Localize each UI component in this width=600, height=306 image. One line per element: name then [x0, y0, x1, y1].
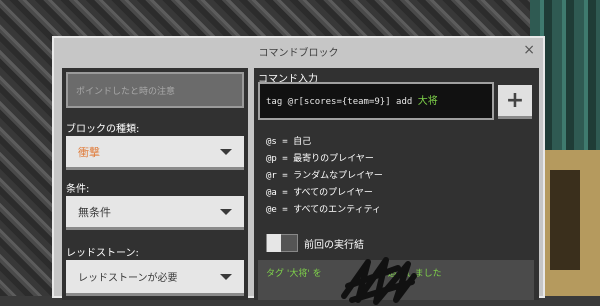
redstone-dropdown[interactable]: レッドストーンが必要: [66, 260, 244, 296]
previous-output-toggle[interactable]: [266, 234, 298, 252]
command-input[interactable]: tag @r[scores={team=9}] add 大将: [258, 82, 494, 120]
condition-value: 無条件: [78, 205, 111, 219]
help-line: @s = 自己: [266, 137, 312, 147]
redaction-scribble: [341, 257, 417, 305]
block-type-label: ブロックの種類:: [66, 124, 140, 135]
redstone-label: レッドストーン:: [66, 248, 139, 259]
command-text: tag @r[scores={team=9}] add: [266, 97, 418, 107]
block-type-dropdown[interactable]: 衝撃: [66, 136, 244, 170]
chevron-down-icon: [220, 208, 232, 215]
help-line: @a = すべてのプレイヤー: [266, 188, 373, 198]
window-title: コマンドブロック: [258, 47, 339, 59]
command-block-window: コマンドブロック × ポインドしたと時の注意 ブロックの種類: 衝撃 条件: 無…: [52, 36, 545, 305]
chevron-down-icon: [220, 148, 232, 155]
toggle-knob: [267, 234, 281, 252]
add-button[interactable]: +: [498, 85, 532, 119]
help-line: @r = ランダムなプレイヤー: [266, 171, 383, 181]
right-panel: コマンド入力 tag @r[scores={team=9}] add 大将 + …: [254, 68, 539, 305]
window-titlebar: コマンドブロック ×: [54, 38, 543, 64]
hover-note-placeholder: ポインドしたと時の注意: [76, 87, 176, 97]
condition-label: 条件:: [66, 184, 90, 195]
output-prefix: タグ '大将' を: [266, 269, 322, 279]
help-line: @p = 最寄りのプレイヤー: [266, 154, 374, 164]
command-highlight: 大将: [417, 96, 438, 107]
help-line: @e = すべてのエンティティ: [266, 205, 382, 215]
chevron-down-icon: [220, 273, 232, 280]
redstone-value: レッドストーンが必要: [78, 273, 178, 284]
condition-dropdown[interactable]: 無条件: [66, 196, 244, 230]
close-icon[interactable]: ×: [523, 42, 535, 58]
hover-note-field[interactable]: ポインドしたと時の注意: [66, 72, 244, 108]
block-type-value: 衝撃: [78, 145, 100, 159]
previous-output-label: 前回の実行結: [304, 240, 364, 251]
left-panel: ポインドしたと時の注意 ブロックの種類: 衝撃 条件: 無条件 レッドストーン:…: [62, 68, 248, 300]
